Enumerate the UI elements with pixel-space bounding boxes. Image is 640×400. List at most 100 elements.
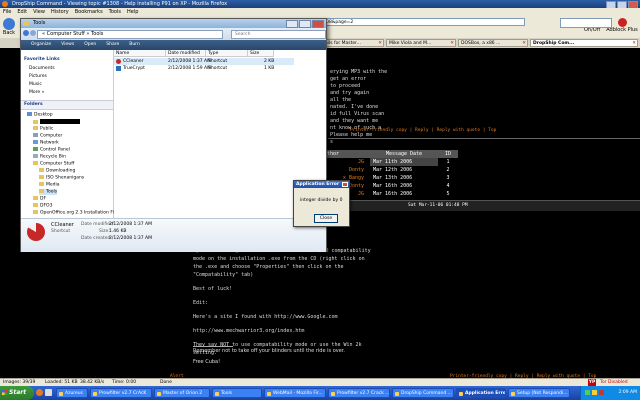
- firefox-icon: [2, 1, 8, 7]
- tree-item-df[interactable]: DF: [33, 196, 46, 202]
- close-tab-icon[interactable]: ✕: [632, 40, 636, 46]
- ccleaner-logo-icon: [27, 223, 45, 241]
- application-error-dialog: Application Error integer divide by 0 Cl…: [293, 180, 350, 227]
- folders-header[interactable]: Folders: [21, 100, 113, 110]
- explorer-toolbar: Organize Views Open Share Burn: [21, 40, 326, 50]
- tree-item-openoffice[interactable]: OpenOffice.org 2.3 Installation Files: [33, 210, 120, 216]
- open-button[interactable]: Open: [84, 40, 96, 50]
- post-date: Sat Mar-11-06 01:48 PM: [408, 203, 468, 208]
- taskbar-application-error[interactable]: Application Error: [456, 388, 506, 398]
- explorer-window: Tools « Computer Stuff » Tools Search Or…: [20, 18, 327, 252]
- explorer-forward-icon[interactable]: [30, 30, 36, 36]
- menu-tools[interactable]: Tools: [109, 8, 121, 16]
- error-dialog-close-icon[interactable]: [342, 182, 348, 187]
- network-icon: [33, 140, 38, 144]
- start-button[interactable]: Start: [0, 386, 34, 400]
- close-tab-icon[interactable]: ✕: [378, 40, 382, 46]
- tor-icon[interactable]: YP: [588, 379, 596, 386]
- menu-file[interactable]: File: [3, 8, 11, 16]
- tray-clock[interactable]: 2:09 AM: [619, 390, 638, 395]
- tray-security-icon[interactable]: [599, 390, 604, 395]
- explorer-nav-pane: Favorite Links Documents Pictures Music …: [21, 50, 120, 218]
- menu-help[interactable]: Help: [127, 8, 138, 16]
- taskbar-webmail[interactable]: WebMail - Mozilla Fir...: [264, 388, 326, 398]
- explorer-minimize-button[interactable]: [286, 20, 298, 28]
- table-row[interactable]: TrueCrypt 2/12/2008 1:59 AM Shortcut 1 K…: [114, 65, 294, 72]
- tree-item-desktop[interactable]: Desktop: [27, 112, 53, 118]
- taskbar-prowfilter[interactable]: Prowfilter v2.7 Crack ...: [328, 388, 390, 398]
- taskbar-master-of-orion[interactable]: Master of Orion 2: [154, 388, 210, 398]
- table-row[interactable]: CCleaner 2/12/2008 1:37 AM Shortcut 2 KB: [114, 58, 294, 65]
- tree-item-user[interactable]: [33, 119, 80, 125]
- folder-icon: [33, 203, 38, 207]
- quicklaunch-desktop-icon[interactable]: [45, 389, 52, 396]
- explorer-search-input[interactable]: Search: [231, 30, 326, 39]
- burn-button[interactable]: Burn: [129, 40, 140, 50]
- favorite-more[interactable]: More »: [29, 90, 44, 95]
- menu-bookmarks[interactable]: Bookmarks: [75, 8, 103, 16]
- menu-edit[interactable]: Edit: [17, 8, 27, 16]
- tree-item-dfo3[interactable]: DFO3: [33, 203, 52, 209]
- folder-icon: [33, 119, 38, 124]
- tree-item-public[interactable]: Public: [33, 126, 53, 132]
- close-tab-icon[interactable]: ✕: [450, 40, 454, 46]
- tree-item-tools[interactable]: Tools: [39, 189, 58, 195]
- taskbar-azureus[interactable]: Azureus: [56, 388, 88, 398]
- tree-item-computer-stuff[interactable]: Computer Stuff: [33, 161, 74, 167]
- tab-dropship[interactable]: DropShip Com... ✕: [530, 39, 638, 47]
- tree-item-recycle-bin[interactable]: Recycle Bin: [33, 154, 66, 160]
- error-close-button[interactable]: Close: [314, 214, 338, 223]
- tree-item-network[interactable]: Network: [33, 140, 59, 146]
- organize-button[interactable]: Organize: [31, 40, 51, 50]
- explorer-window-controls: [286, 20, 324, 28]
- column-header-name[interactable]: Name: [114, 50, 166, 57]
- control-panel-icon: [33, 147, 38, 151]
- signature-line-1: Remember not to take off your blinders u…: [193, 348, 345, 354]
- error-message: integer divide by 0: [300, 198, 343, 203]
- details-modified: 2/12/2008 1:37 AM: [109, 222, 153, 227]
- menu-bar: File Edit View History Bookmarks Tools H…: [0, 8, 640, 16]
- column-header-type[interactable]: Type: [206, 50, 248, 57]
- quicklaunch-firefox-icon[interactable]: [36, 389, 43, 396]
- tree-item-iso[interactable]: ISO Shenanigans: [39, 175, 84, 181]
- web-search-input[interactable]: [560, 18, 612, 28]
- favorite-documents[interactable]: Documents: [29, 66, 55, 71]
- menu-history[interactable]: History: [51, 8, 69, 16]
- explorer-maximize-button[interactable]: [299, 20, 311, 28]
- taskbar-tools[interactable]: Tools: [212, 388, 262, 398]
- tree-item-media[interactable]: Media: [39, 182, 60, 188]
- details-name: CCleaner: [51, 222, 74, 228]
- post-body: My uneducated guess would be to use Win …: [193, 248, 371, 356]
- folder-icon: [39, 182, 44, 186]
- menu-view[interactable]: View: [33, 8, 45, 16]
- tray-network-icon[interactable]: [585, 390, 590, 395]
- close-tab-icon[interactable]: ✕: [522, 40, 526, 46]
- favorite-pictures[interactable]: Pictures: [29, 74, 47, 79]
- truecrypt-icon: [116, 66, 121, 71]
- taskbar-dropship[interactable]: DropShip Command ...: [392, 388, 454, 398]
- tab-mike-viola[interactable]: Mike Viola and M... ✕: [386, 39, 456, 47]
- explorer-title: Tools: [33, 20, 46, 26]
- tree-item-downloading[interactable]: Downloading: [39, 168, 75, 174]
- explorer-back-icon[interactable]: [23, 30, 29, 36]
- explorer-details-pane: CCleaner Date modified: 2/12/2008 1:37 A…: [21, 218, 326, 252]
- explorer-path[interactable]: « Computer Stuff » Tools: [37, 30, 223, 39]
- system-tray: 2:09 AM: [580, 386, 640, 400]
- favorite-music[interactable]: Music: [29, 82, 42, 87]
- taskbar-prowfilter-crack[interactable]: Prowfilter v2.7 CrAcK: [90, 388, 152, 398]
- back-button[interactable]: Back: [2, 18, 16, 36]
- taskbar-setup[interactable]: Setup (Not Respondi...: [508, 388, 570, 398]
- column-header-size[interactable]: Size: [248, 50, 274, 57]
- post-links[interactable]: Printer-friendly copy | Reply | Reply wi…: [350, 128, 496, 133]
- explorer-address-bar: « Computer Stuff » Tools Search: [21, 28, 326, 40]
- folder-icon: [39, 175, 44, 179]
- explorer-close-button[interactable]: [312, 20, 324, 28]
- views-button[interactable]: Views: [61, 40, 74, 50]
- share-button[interactable]: Share: [106, 40, 119, 50]
- tree-item-control-panel[interactable]: Control Panel: [33, 147, 70, 153]
- column-header-date[interactable]: Date modified: [166, 50, 206, 57]
- tab-dosbox[interactable]: DOSBox, a x86 ... ✕: [458, 39, 528, 47]
- tray-app-icon[interactable]: [592, 390, 597, 395]
- recycle-bin-icon: [33, 154, 38, 158]
- tree-item-computer[interactable]: Computer: [33, 133, 62, 139]
